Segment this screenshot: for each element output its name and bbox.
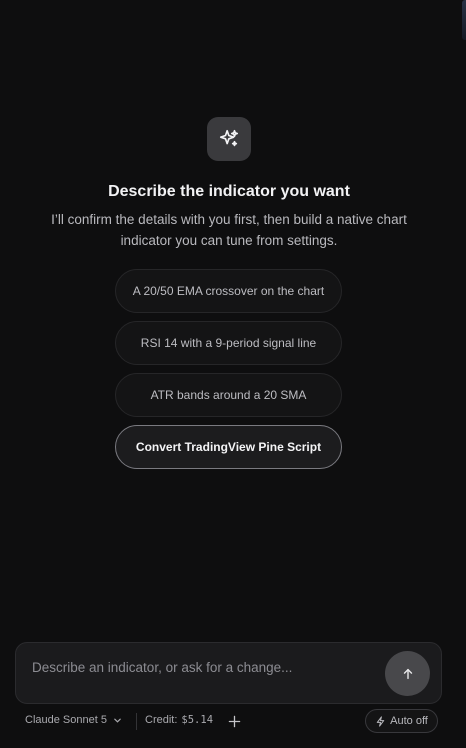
credit-amount: $5.14 (181, 714, 214, 726)
page-title: Describe the indicator you want (108, 183, 350, 200)
message-input[interactable] (32, 656, 372, 678)
auto-mode-label: Auto off (390, 715, 428, 727)
model-selector[interactable]: Claude Sonnet 5 (25, 714, 122, 726)
suggestion-convert-pine-script[interactable]: Convert TradingView Pine Script (115, 425, 342, 469)
auto-mode-toggle[interactable]: Auto off (365, 709, 438, 733)
footer-divider (136, 713, 137, 730)
send-button[interactable] (385, 651, 430, 696)
credit-display: Credit: $5.14 (145, 714, 213, 726)
suggestion-ema-crossover[interactable]: A 20/50 EMA crossover on the chart (115, 269, 342, 313)
model-name: Claude Sonnet 5 (25, 714, 107, 726)
indicator-builder-panel: Describe the indicator you want I’ll con… (0, 0, 466, 748)
edge-accent (462, 0, 466, 40)
composer (15, 642, 442, 704)
suggestion-rsi-signal[interactable]: RSI 14 with a 9-period signal line (115, 321, 342, 365)
arrow-up-icon (403, 668, 412, 679)
sparkles-icon (207, 117, 251, 161)
chevron-down-icon (114, 718, 121, 723)
add-credit-plus-icon[interactable] (228, 715, 241, 728)
composer-footer: Claude Sonnet 5 Credit: $5.14 Auto off (0, 708, 466, 736)
suggestion-atr-bands[interactable]: ATR bands around a 20 SMA (115, 373, 342, 417)
page-subtitle: I’ll confirm the details with you first,… (51, 212, 407, 248)
credit-label: Credit: (145, 714, 178, 726)
lightning-icon (376, 715, 385, 727)
